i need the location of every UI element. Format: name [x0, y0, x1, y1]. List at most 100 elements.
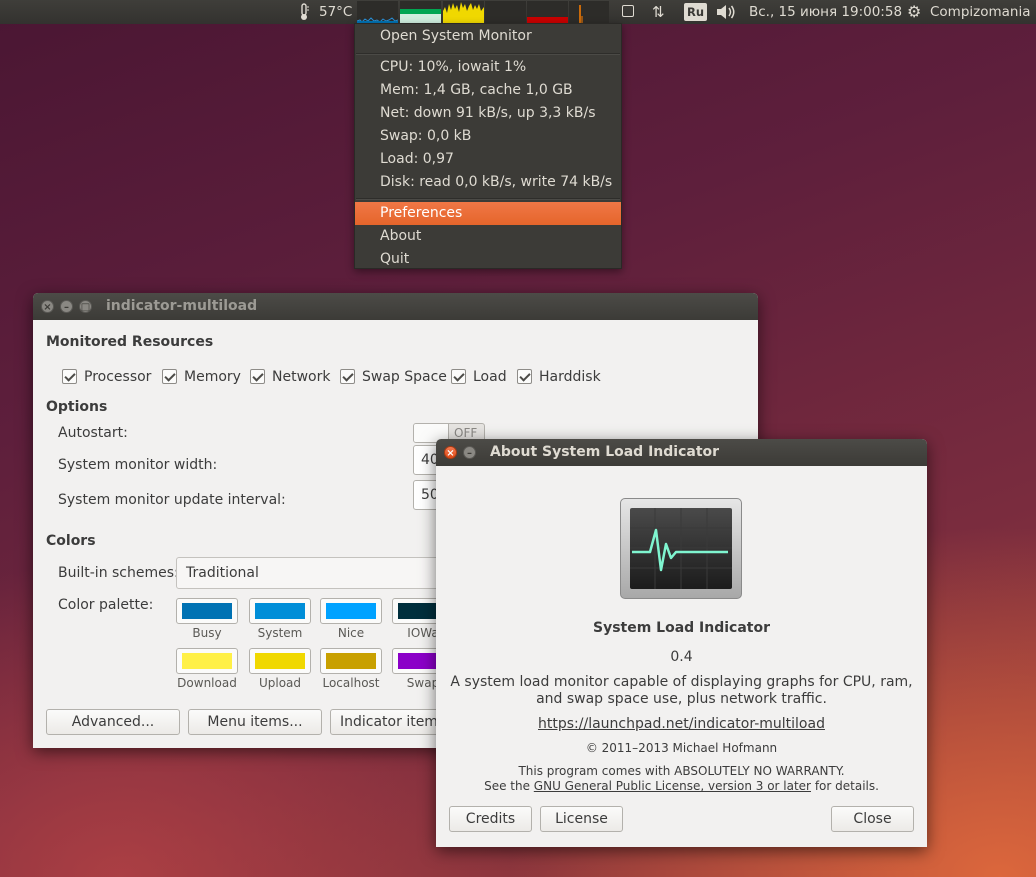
menu-stat-network[interactable]: Net: down 91 kB/s, up 3,3 kB/s — [355, 102, 621, 125]
license-link[interactable]: GNU General Public License, version 3 or… — [534, 779, 811, 793]
advanced-button[interactable]: Advanced... — [46, 709, 180, 735]
swatch-color — [182, 653, 232, 669]
swatch-label: Upload — [258, 676, 302, 690]
credits-button[interactable]: Credits — [449, 806, 532, 832]
checkbox-memory[interactable]: Memory — [162, 368, 241, 386]
menu-stat-load[interactable]: Load: 0,97 — [355, 148, 621, 171]
menu-item-preferences[interactable]: Preferences — [355, 202, 621, 225]
indicator-menu: Open System Monitor CPU: 10%, iowait 1% … — [354, 23, 622, 269]
menu-stat-disk[interactable]: Disk: read 0,0 kB/s, write 74 kB/s — [355, 171, 621, 194]
swatch-label: Busy — [192, 626, 222, 640]
app-version: 0.4 — [670, 649, 693, 665]
color-swatch-localhost[interactable] — [320, 648, 382, 674]
app-description-line1: A system load monitor capable of display… — [450, 674, 913, 690]
warranty-line1: This program comes with ABSOLUTELY NO WA… — [518, 764, 845, 778]
load-graph — [527, 1, 568, 23]
color-swatch-upload[interactable] — [249, 648, 311, 674]
load-graphs-indicator[interactable] — [357, 1, 609, 23]
warranty-text: See the — [484, 779, 534, 793]
swatch-color — [255, 653, 305, 669]
about-dialog: × – About System Load Indicator System L… — [436, 439, 927, 847]
close-button[interactable]: Close — [831, 806, 914, 832]
menu-stat-swap[interactable]: Swap: 0,0 kB — [355, 125, 621, 148]
website-link[interactable]: https://launchpad.net/indicator-multiloa… — [538, 716, 825, 732]
checkbox-processor[interactable]: Processor — [62, 368, 151, 386]
checkbox-label: Processor — [84, 369, 152, 385]
disk-graph — [569, 1, 609, 23]
menu-stat-memory[interactable]: Mem: 1,4 GB, cache 1,0 GB — [355, 79, 621, 102]
about-titlebar[interactable]: × – About System Load Indicator — [436, 439, 927, 466]
schemes-label: Built-in schemes: — [58, 565, 179, 581]
warranty-text: for details. — [811, 779, 879, 793]
checkbox-label: Memory — [184, 369, 241, 385]
checkbox-label: Harddisk — [539, 369, 601, 385]
close-icon[interactable]: × — [41, 300, 54, 313]
color-swatch-busy[interactable] — [176, 598, 238, 624]
cpu-graph — [357, 1, 398, 23]
menu-items-button[interactable]: Menu items... — [188, 709, 322, 735]
gear-icon[interactable]: ⚙ — [907, 0, 921, 24]
interval-label: System monitor update interval: — [58, 492, 286, 508]
menu-item-about[interactable]: About — [355, 225, 621, 248]
close-icon[interactable]: × — [444, 446, 457, 459]
warranty-line2: See the GNU General Public License, vers… — [436, 779, 927, 793]
swatch-color — [326, 653, 376, 669]
menu-separator — [356, 53, 620, 55]
menu-item-quit[interactable]: Quit — [355, 248, 621, 271]
copyright: © 2011–2013 Michael Hofmann — [585, 741, 778, 755]
palette-label: Color palette: — [58, 597, 154, 613]
checkbox-icon[interactable] — [517, 369, 532, 384]
swatch-label: Nice — [337, 626, 365, 640]
swatch-color — [182, 603, 232, 619]
app-name: System Load Indicator — [592, 620, 771, 636]
temperature-reading[interactable]: 57°C — [319, 0, 352, 24]
checkbox-label: Swap Space — [362, 369, 447, 385]
swatch-color — [255, 603, 305, 619]
minimize-icon[interactable]: – — [60, 300, 73, 313]
checkbox-load[interactable]: Load — [451, 368, 507, 386]
checkbox-icon[interactable] — [622, 5, 634, 17]
scheme-dropdown[interactable]: Traditional — [176, 557, 476, 589]
thermometer-icon[interactable] — [298, 0, 312, 24]
system-monitor-app-icon — [620, 498, 742, 599]
keyboard-layout-indicator[interactable]: Ru — [684, 3, 708, 21]
swatch-label: System — [257, 626, 303, 640]
width-label: System monitor width: — [58, 457, 218, 473]
checkbox-icon[interactable] — [62, 369, 77, 384]
checkbox-label: Network — [272, 369, 331, 385]
autostart-label: Autostart: — [58, 425, 128, 441]
network-arrows-icon[interactable]: ⇅ — [652, 0, 665, 24]
swatch-color — [326, 603, 376, 619]
clock[interactable]: Вс., 15 июня 19:00:58 — [749, 0, 902, 24]
top-panel: 57°C ⇅ Ru Вс., 15 июня 19:00:58 ⚙ Compiz… — [0, 0, 1036, 24]
network-graph — [443, 1, 484, 23]
app-description-line2: and swap space use, plus network traffic… — [536, 691, 827, 707]
color-swatch-system[interactable] — [249, 598, 311, 624]
license-button[interactable]: License — [540, 806, 623, 832]
checkbox-icon[interactable] — [250, 369, 265, 384]
color-swatch-nice[interactable] — [320, 598, 382, 624]
checkbox-icon[interactable] — [451, 369, 466, 384]
menu-stat-cpu[interactable]: CPU: 10%, iowait 1% — [355, 56, 621, 79]
section-monitored-resources: Monitored Resources — [46, 334, 214, 350]
window-title: About System Load Indicator — [490, 444, 720, 460]
checkbox-network[interactable]: Network — [250, 368, 330, 386]
menu-separator — [356, 198, 620, 200]
volume-icon[interactable] — [716, 0, 736, 24]
checkbox-label: Load — [473, 369, 507, 385]
maximize-icon[interactable]: □ — [79, 300, 92, 313]
window-title: indicator-multiload — [106, 298, 258, 314]
section-options: Options — [46, 399, 108, 415]
session-user-name[interactable]: Compizomania — [930, 0, 1031, 24]
color-swatch-download[interactable] — [176, 648, 238, 674]
checkbox-harddisk[interactable]: Harddisk — [517, 368, 601, 386]
preferences-titlebar[interactable]: × – □ indicator-multiload — [33, 293, 758, 320]
swap-graph — [485, 1, 526, 23]
swatch-label: Download — [177, 676, 237, 690]
checkbox-icon[interactable] — [162, 369, 177, 384]
checkbox-icon[interactable] — [340, 369, 355, 384]
checkbox-swap-space[interactable]: Swap Space — [340, 368, 447, 386]
section-colors: Colors — [46, 533, 96, 549]
menu-item-open-system-monitor[interactable]: Open System Monitor — [355, 25, 621, 48]
minimize-icon[interactable]: – — [463, 446, 476, 459]
